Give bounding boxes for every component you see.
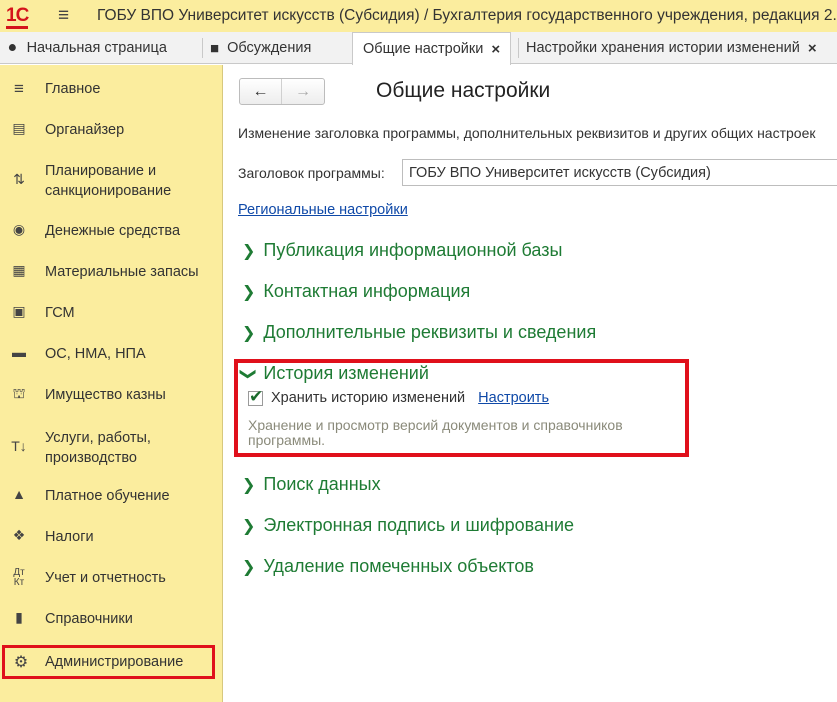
treasury-icon: ⛫ [12, 385, 26, 401]
planning-icon: ⇅ [13, 171, 25, 187]
store-history-checkbox[interactable]: ✔ [248, 387, 263, 406]
tab-history-settings[interactable]: Настройки хранения истории изменений × [518, 32, 817, 64]
tab-discussions-label: Обсуждения [227, 40, 312, 56]
page-title: Общие настройки [376, 79, 551, 102]
tab-home-label: Начальная страница [26, 40, 167, 56]
sidebar-item-label: Органайзер [45, 122, 125, 138]
sidebar-item-label: Планирование и санкционирование [45, 163, 172, 199]
boxes-icon: ▦ [12, 262, 26, 278]
eagle-icon: ❖ [12, 527, 26, 543]
sidebar-item-organizer[interactable]: ▤ Органайзер [0, 120, 223, 142]
sidebar-item-accounting[interactable]: Дт Кт Учет и отчетность [0, 568, 223, 590]
program-title-input[interactable] [402, 159, 837, 186]
tab-general-settings-label: Общие настройки [363, 41, 484, 57]
group-label: Контактная информация [263, 281, 471, 301]
fuel-icon: ▣ [12, 303, 26, 319]
group-label: Публикация информационной базы [263, 240, 563, 260]
sidebar-item-label: ГСМ [45, 305, 75, 321]
back-button[interactable]: ← [240, 79, 283, 104]
store-history-label[interactable]: Хранить историю изменений [271, 390, 465, 406]
app-title: ГОБУ ВПО Университет искусств (Субсидия)… [97, 7, 837, 24]
chevron-down-icon: ❯ [239, 366, 257, 381]
sidebar-item-label: Платное обучение [45, 488, 170, 504]
store-history-row: ✔ Хранить историю изменений Настроить [248, 387, 549, 406]
group-additional-attributes[interactable]: ❯ Дополнительные реквизиты и сведения [242, 322, 596, 343]
sidebar-item-paid-education[interactable]: ▲ Платное обучение [0, 486, 223, 508]
tab-general-settings[interactable]: Общие настройки × [352, 32, 512, 65]
nav-buttons: ← → [239, 78, 325, 105]
close-icon[interactable]: × [808, 40, 817, 57]
tab-discussions[interactable]: ■ Обсуждения [201, 32, 312, 64]
debit-credit-icon: Дт Кт [13, 567, 25, 588]
gear-icon: ⚙ [13, 654, 29, 671]
sidebar-item-label: ОС, НМА, НПА [45, 346, 146, 362]
group-label: Электронная подпись и шифрование [263, 515, 575, 535]
chevron-right-icon: ❯ [242, 242, 256, 260]
close-icon[interactable]: × [491, 41, 500, 58]
group-delete-marked[interactable]: ❯ Удаление помеченных объектов [242, 556, 534, 577]
truck-icon: ▬ [12, 344, 26, 360]
sidebar-item-services[interactable]: T↓ Услуги, работы, производство [0, 428, 223, 470]
sidebar-item-label: Главное [45, 81, 101, 97]
group-contact-info[interactable]: ❯ Контактная информация [242, 281, 470, 302]
chevron-right-icon: ❯ [242, 558, 256, 576]
group-change-history[interactable]: ❯ История изменений [239, 363, 429, 384]
book-icon: ▮ [15, 609, 23, 625]
checkmark-icon: ✔ [249, 386, 264, 406]
group-label: Удаление помеченных объектов [263, 556, 534, 576]
group-label: Дополнительные реквизиты и сведения [263, 322, 597, 342]
main-content: ← → Общие настройки Изменение заголовка … [224, 65, 837, 702]
sidebar-item-administration[interactable]: ⚙ Администрирование [2, 645, 215, 679]
hamburger-icon[interactable]: ≡ [58, 5, 69, 27]
regional-settings-link[interactable]: Региональные настройки [238, 202, 408, 218]
services-icon: T↓ [11, 438, 27, 454]
tab-bar: ⚫ Начальная страница ■ Обсуждения Общие … [0, 32, 837, 65]
graduation-cap-icon: ▲ [12, 486, 26, 502]
sidebar-item-label: Учет и отчетность [45, 570, 166, 586]
ruble-icon: ◉ [12, 221, 26, 237]
logo-1c[interactable]: 1С [6, 5, 29, 29]
sidebar-item-label: Справочники [45, 611, 133, 627]
group-data-search[interactable]: ❯ Поиск данных [242, 474, 381, 495]
tab-history-settings-label: Настройки хранения истории изменений [526, 40, 800, 56]
chevron-right-icon: ❯ [242, 476, 256, 494]
menu-lines-icon: ≡ [14, 79, 24, 98]
sidebar-item-main[interactable]: ≡ Главное [0, 79, 223, 101]
program-title-label: Заголовок программы: [238, 165, 385, 181]
sidebar-item-label: Налоги [45, 529, 94, 545]
group-label: История изменений [263, 363, 429, 383]
home-icon: ⚫ [6, 40, 19, 57]
logo-text: 1С [6, 5, 29, 29]
sidebar-item-label: Услуги, работы, производство [45, 430, 151, 466]
sidebar-item-money[interactable]: ◉ Денежные средства [0, 221, 223, 243]
sidebar-item-label: Администрирование [45, 654, 184, 670]
chat-icon: ■ [210, 39, 220, 57]
title-bar: 1С ≡ ГОБУ ВПО Университет искусств (Субс… [0, 0, 837, 32]
chevron-right-icon: ❯ [242, 324, 256, 342]
tab-home[interactable]: ⚫ Начальная страница [6, 32, 167, 64]
group-digital-signature[interactable]: ❯ Электронная подпись и шифрование [242, 515, 574, 536]
page-description: Изменение заголовка программы, дополните… [238, 125, 816, 141]
forward-button[interactable]: → [282, 79, 324, 104]
sidebar-item-label: Имущество казны [45, 387, 166, 403]
group-publication[interactable]: ❯ Публикация информационной базы [242, 240, 562, 261]
group-label: Поиск данных [263, 474, 381, 494]
history-hint: Хранение и просмотр версий документов и … [248, 417, 623, 448]
clipboard-icon: ▤ [12, 120, 26, 136]
sidebar-item-assets[interactable]: ▬ ОС, НМА, НПА [0, 344, 223, 366]
chevron-right-icon: ❯ [242, 517, 256, 535]
sidebar: ≡ Главное ▤ Органайзер ⇅ Планирование и … [0, 65, 223, 702]
sidebar-item-taxes[interactable]: ❖ Налоги [0, 527, 223, 549]
sidebar-item-label: Денежные средства [45, 223, 181, 239]
sidebar-item-inventory[interactable]: ▦ Материальные запасы [0, 262, 223, 284]
sidebar-item-fuel[interactable]: ▣ ГСМ [0, 303, 223, 325]
sidebar-item-treasury[interactable]: ⛫ Имущество казны [0, 385, 223, 407]
sidebar-item-planning[interactable]: ⇅ Планирование и санкционирование [0, 161, 223, 203]
sidebar-item-references[interactable]: ▮ Справочники [0, 609, 223, 631]
configure-link[interactable]: Настроить [478, 390, 549, 406]
chevron-right-icon: ❯ [242, 283, 256, 301]
sidebar-item-label: Материальные запасы [45, 264, 199, 280]
